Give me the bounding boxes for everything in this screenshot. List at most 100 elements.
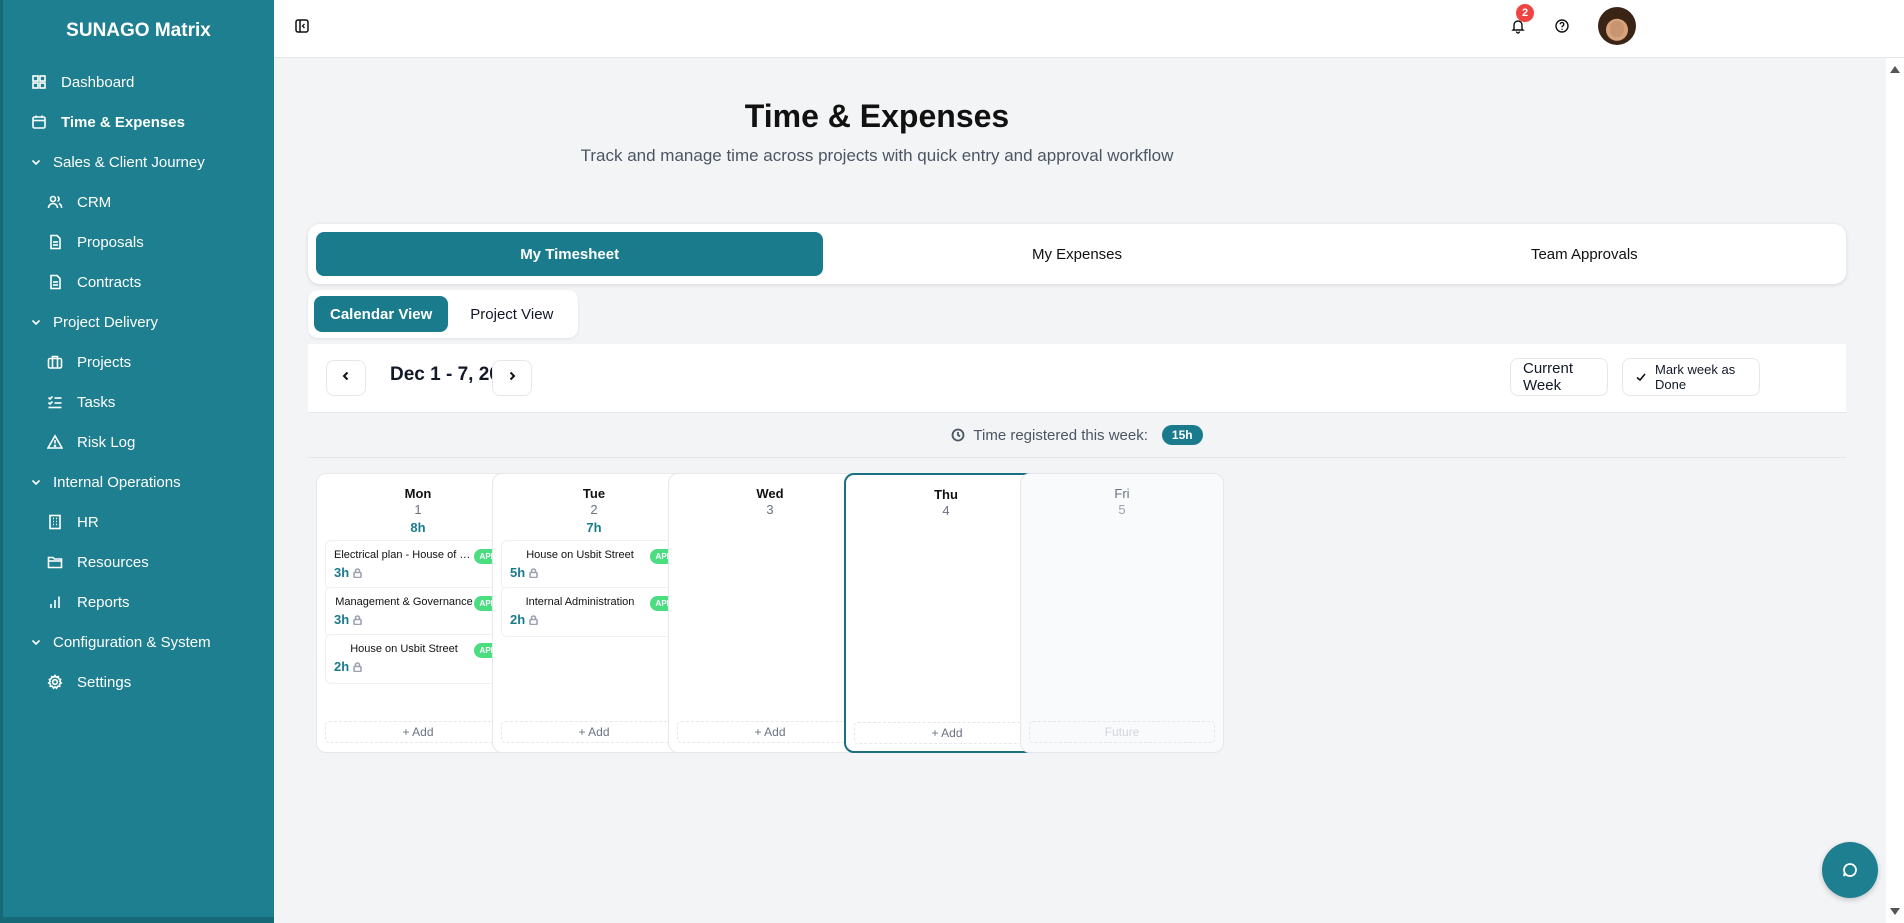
day-name: Wed xyxy=(756,486,784,501)
day-column-thu: Thu 4 + Add xyxy=(844,473,1048,753)
sidebar-item-label: Risk Log xyxy=(77,433,136,451)
sidebar-item-sales-and-client-journey[interactable]: Sales & Client Journey xyxy=(3,142,274,182)
sidebar-item-time-and-expenses[interactable]: Time & Expenses xyxy=(3,102,274,142)
time-entry-hours-value: 3h xyxy=(334,565,350,580)
sidebar-item-label: Projects xyxy=(77,353,132,371)
time-entry-title: Electrical plan - House of B... xyxy=(334,549,474,561)
chevron-down-icon xyxy=(29,152,43,172)
time-entry-card[interactable]: Electrical plan - House of B... 3h APP xyxy=(325,540,511,590)
add-time-entry-button[interactable]: + Add xyxy=(677,721,863,743)
sidebar-item-label: Tasks xyxy=(77,393,116,411)
lock-icon xyxy=(349,614,362,625)
day-column-wed: Wed 3 + Add xyxy=(668,473,872,753)
building-icon xyxy=(45,512,65,532)
sidebar-item-internal-operations[interactable]: Internal Operations xyxy=(3,462,274,502)
time-entry-hours-value: 2h xyxy=(334,659,350,674)
chat-button[interactable] xyxy=(1822,842,1878,898)
time-entry-hours: 5h xyxy=(510,565,538,580)
main-tabs: My Timesheet My Expenses Team Approvals xyxy=(308,224,1846,284)
time-entry-title: House on Usbit Street xyxy=(350,643,458,655)
tab-my-expenses[interactable]: My Expenses xyxy=(823,232,1330,276)
previous-week-button[interactable] xyxy=(326,360,366,396)
toggle-sidebar-button[interactable] xyxy=(292,18,312,38)
future-day-placeholder: Future xyxy=(1029,721,1215,743)
lock-icon xyxy=(349,567,362,578)
view-toggle: Calendar View Project View xyxy=(308,290,578,338)
sidebar: SUNAGO Matrix Dashboard Time & Expenses Sa… xyxy=(0,0,274,923)
day-number: 5 xyxy=(1118,502,1126,517)
time-entry-hours: 2h xyxy=(334,659,362,674)
sidebar-item-reports[interactable]: Reports xyxy=(3,582,274,622)
sidebar-item-tasks[interactable]: Tasks xyxy=(3,382,274,422)
page-subtitle: Track and manage time across projects wi… xyxy=(580,146,1174,165)
time-entry-card[interactable]: Internal Administration 2h APP xyxy=(501,587,687,637)
week-total-hours-badge: 15h xyxy=(1161,425,1203,445)
sidebar-item-dashboard[interactable]: Dashboard xyxy=(3,62,274,102)
sidebar-item-crm[interactable]: CRM xyxy=(3,182,274,222)
sidebar-item-label: Internal Operations xyxy=(53,473,181,491)
topbar: 2 xyxy=(274,0,1904,58)
add-time-entry-button[interactable]: + Add xyxy=(501,721,687,743)
sidebar-item-label: Resources xyxy=(77,553,149,571)
briefcase-icon xyxy=(45,352,65,372)
next-week-button[interactable] xyxy=(492,360,532,396)
tab-my-timesheet[interactable]: My Timesheet xyxy=(316,232,824,276)
day-column-mon: Mon 1 8h Electrical plan - House of B... 3h A… xyxy=(316,473,520,753)
page-scrollbar[interactable] xyxy=(1886,58,1904,923)
document-icon xyxy=(45,272,65,292)
mark-week-done-label: Mark week as Done xyxy=(1655,362,1736,392)
sidebar-item-hr[interactable]: HR xyxy=(3,502,274,542)
day-name: Tue xyxy=(582,486,606,501)
time-entry-title: Management & Governance xyxy=(335,596,473,608)
sidebar-item-project-delivery[interactable]: Project Delivery xyxy=(3,302,274,342)
time-entry-hours: 2h xyxy=(510,612,538,627)
document-icon xyxy=(45,232,65,252)
tab-team-approvals[interactable]: Team Approvals xyxy=(1331,232,1838,276)
dashboard-icon xyxy=(29,72,49,92)
sidebar-panel-icon xyxy=(294,18,310,39)
scroll-down-arrow-icon[interactable] xyxy=(1890,908,1900,915)
sidebar-item-label: Dashboard xyxy=(61,73,135,91)
time-entry-card[interactable]: Management & Governance 3h APP xyxy=(325,587,511,637)
sidebar-item-resources[interactable]: Resources xyxy=(3,542,274,582)
current-week-button[interactable]: Current Week xyxy=(1510,358,1608,396)
folder-icon xyxy=(45,552,65,572)
sidebar-item-label: Contracts xyxy=(77,273,142,291)
sidebar-item-contracts[interactable]: Contracts xyxy=(3,262,274,302)
sidebar-item-settings[interactable]: Settings xyxy=(3,662,274,702)
time-entry-card[interactable]: House on Usbit Street 2h APP xyxy=(325,634,511,684)
lock-icon xyxy=(525,614,538,625)
sidebar-item-label: Project Delivery xyxy=(53,313,159,331)
avatar[interactable] xyxy=(1598,7,1636,45)
sidebar-nav: Dashboard Time & Expenses Sales & Client J… xyxy=(3,62,274,702)
chevron-down-icon xyxy=(29,312,43,332)
sidebar-item-label: Reports xyxy=(77,593,130,611)
help-button[interactable] xyxy=(1550,16,1574,40)
time-registered-summary: Time registered this week: 15h xyxy=(308,412,1846,458)
add-time-entry-button[interactable]: + Add xyxy=(325,721,511,743)
lock-icon xyxy=(349,661,362,672)
checklist-icon xyxy=(45,392,65,412)
time-entry-card[interactable]: House on Usbit Street 5h APP xyxy=(501,540,687,590)
sidebar-item-label: Proposals xyxy=(77,233,144,251)
sidebar-item-risk-log[interactable]: Risk Log xyxy=(3,422,274,462)
sidebar-item-proposals[interactable]: Proposals xyxy=(3,222,274,262)
users-icon xyxy=(45,192,65,212)
day-name: Thu xyxy=(934,487,958,502)
mark-week-done-button[interactable]: Mark week as Done xyxy=(1622,358,1760,396)
sidebar-item-label: Time & Expenses xyxy=(61,113,185,131)
project-view-button[interactable]: Project View xyxy=(454,296,569,332)
sidebar-item-projects[interactable]: Projects xyxy=(3,342,274,382)
scroll-up-arrow-icon[interactable] xyxy=(1890,66,1900,73)
bar-chart-icon xyxy=(45,592,65,612)
chevron-left-icon xyxy=(340,369,352,387)
time-entry-title: House on Usbit Street xyxy=(526,549,634,561)
main-content: Time & Expenses Track and manage time ac… xyxy=(274,58,1904,923)
lock-icon xyxy=(525,567,538,578)
day-number: 4 xyxy=(942,503,950,518)
sidebar-item-configuration-and-system[interactable]: Configuration & System xyxy=(3,622,274,662)
calendar-view-button[interactable]: Calendar View xyxy=(314,296,449,332)
add-time-entry-button[interactable]: + Add xyxy=(854,722,1040,744)
chevron-right-icon xyxy=(506,369,518,387)
chevron-down-icon xyxy=(29,472,43,492)
